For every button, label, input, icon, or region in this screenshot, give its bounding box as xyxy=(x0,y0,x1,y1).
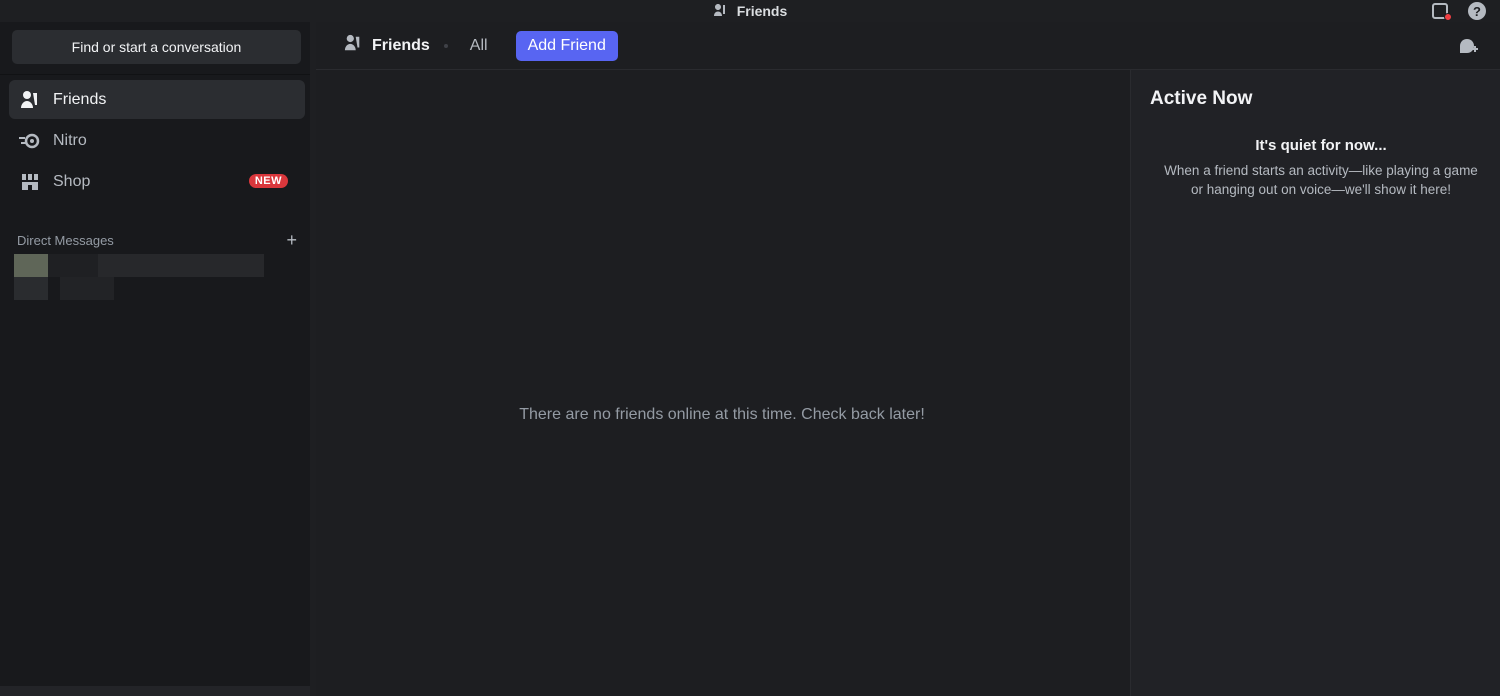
direct-messages-header: Direct Messages + xyxy=(17,230,297,251)
shop-icon xyxy=(19,171,41,193)
friends-header: Friends xyxy=(344,34,430,57)
dm-name-blur xyxy=(48,254,98,277)
quiet-body: When a friend starts an activity—like pl… xyxy=(1164,163,1478,197)
dm-avatar-blur xyxy=(14,254,48,277)
sidebar-item-nitro[interactable]: Nitro xyxy=(9,121,305,160)
main-area: Friends All Add Friend There are no frie… xyxy=(310,22,1500,696)
sidebar-item-shop[interactable]: Shop NEW xyxy=(9,162,305,201)
nitro-icon xyxy=(19,130,41,152)
new-badge: NEW xyxy=(248,174,288,188)
inbox-icon[interactable] xyxy=(1432,3,1452,21)
window-title-text: Friends xyxy=(736,3,788,19)
dm-name-blur xyxy=(98,254,264,277)
tab-all[interactable]: All xyxy=(470,37,488,55)
header-separator xyxy=(443,43,448,48)
user-panel xyxy=(0,686,310,696)
direct-messages-label: Direct Messages xyxy=(17,233,114,248)
empty-friends-message: There are no friends online at this time… xyxy=(519,406,925,423)
dm-status-blur xyxy=(60,277,114,300)
help-icon[interactable]: ? xyxy=(1468,2,1486,20)
sidebar-item-label: Shop xyxy=(53,172,91,190)
title-bar: Friends ? xyxy=(0,0,1500,22)
friends-topbar: Friends All Add Friend xyxy=(316,22,1500,70)
window-title: Friends xyxy=(713,3,788,20)
friends-icon xyxy=(19,89,41,111)
sidebar-item-label: Nitro xyxy=(53,131,87,149)
sidebar: Find or start a conversation Friends Nit… xyxy=(0,22,310,696)
friends-icon xyxy=(344,34,362,57)
quiet-title: It's quiet for now... xyxy=(1255,137,1387,154)
sidebar-item-label: Friends xyxy=(53,90,107,108)
add-dm-icon[interactable]: + xyxy=(286,230,297,251)
add-friend-button[interactable]: Add Friend xyxy=(515,30,618,61)
main-content: Friends All Add Friend There are no frie… xyxy=(316,22,1500,696)
active-now-panel: Active Now It's quiet for now... When a … xyxy=(1130,70,1500,696)
friends-header-label: Friends xyxy=(372,36,430,54)
active-now-heading: Active Now xyxy=(1150,88,1253,109)
new-group-dm-icon[interactable] xyxy=(1458,37,1478,60)
notification-dot xyxy=(1444,13,1452,21)
sidebar-divider xyxy=(0,74,310,75)
friends-icon xyxy=(713,3,729,20)
sidebar-item-friends[interactable]: Friends xyxy=(9,80,305,119)
dm-avatar-blur xyxy=(14,277,48,300)
find-conversation-button[interactable]: Find or start a conversation xyxy=(12,30,301,64)
